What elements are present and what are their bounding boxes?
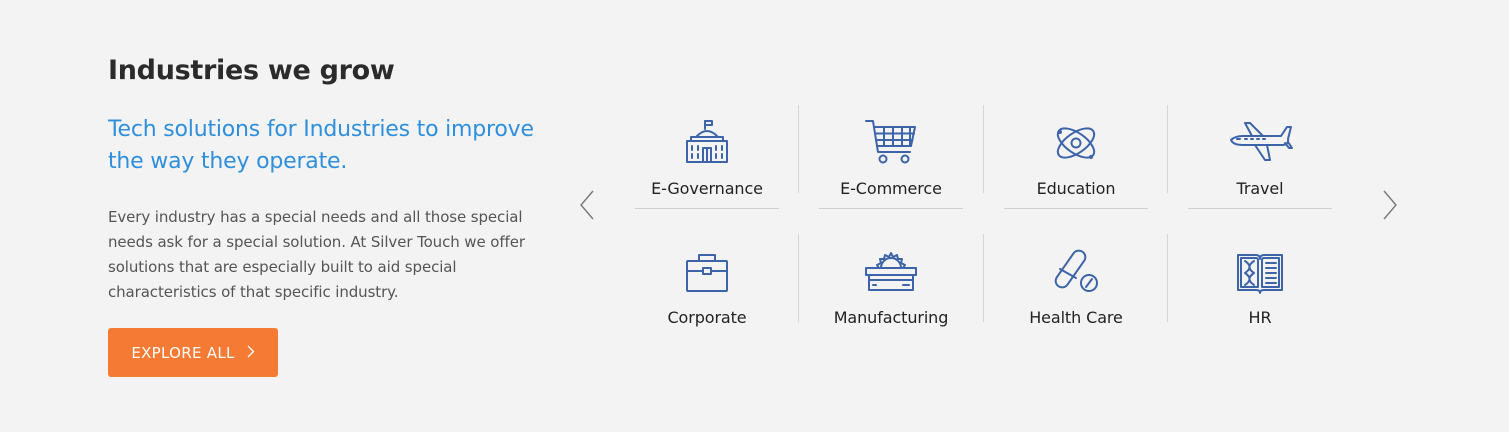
section-description: Every industry has a special needs and a… <box>108 208 525 301</box>
industry-card-corporate[interactable]: Corporate <box>615 235 799 335</box>
airplane-icon <box>1227 110 1293 166</box>
pills-icon <box>1052 239 1100 295</box>
section-subtitle: Tech solutions for Industries to improve… <box>108 117 534 174</box>
industry-label: HR <box>1248 308 1272 327</box>
intro-panel: Industries we grow Tech solutions for In… <box>108 52 548 305</box>
explore-all-button[interactable]: EXPLORE ALL <box>108 328 278 377</box>
industry-card-e-governance[interactable]: E-Governance <box>615 106 799 206</box>
industry-label: Corporate <box>667 308 747 327</box>
dna-book-icon <box>1235 239 1285 295</box>
section-title: Industries we grow <box>108 55 395 86</box>
industry-label: Manufacturing <box>833 308 949 327</box>
industry-label: E-Commerce <box>840 179 942 198</box>
industry-card-manufacturing[interactable]: Manufacturing <box>799 235 983 335</box>
chevron-right-icon <box>247 344 255 362</box>
industries-grid: E-Governance E-Commerce Education Travel… <box>620 100 1360 330</box>
industry-label: Education <box>1036 179 1116 198</box>
saw-machine-icon <box>863 239 919 295</box>
industry-label: Health Care <box>1029 308 1123 327</box>
grid-divider <box>1004 208 1148 209</box>
industry-card-e-commerce[interactable]: E-Commerce <box>799 106 983 206</box>
atom-icon <box>1052 110 1100 166</box>
carousel-next-button[interactable] <box>1375 188 1405 222</box>
grid-divider <box>1188 208 1332 209</box>
industry-label: E-Governance <box>651 179 763 198</box>
industry-card-travel[interactable]: Travel <box>1168 106 1352 206</box>
briefcase-icon <box>684 239 730 295</box>
industry-label: Travel <box>1236 179 1284 198</box>
industry-card-education[interactable]: Education <box>984 106 1168 206</box>
shopping-cart-icon <box>864 110 918 166</box>
explore-all-label: EXPLORE ALL <box>131 343 235 362</box>
industry-card-hr[interactable]: HR <box>1168 235 1352 335</box>
chevron-left-icon <box>580 190 594 220</box>
industry-card-health-care[interactable]: Health Care <box>984 235 1168 335</box>
carousel-prev-button[interactable] <box>572 188 602 222</box>
grid-divider <box>819 208 963 209</box>
government-building-icon <box>683 110 731 166</box>
chevron-right-icon <box>1383 190 1397 220</box>
grid-divider <box>635 208 779 209</box>
